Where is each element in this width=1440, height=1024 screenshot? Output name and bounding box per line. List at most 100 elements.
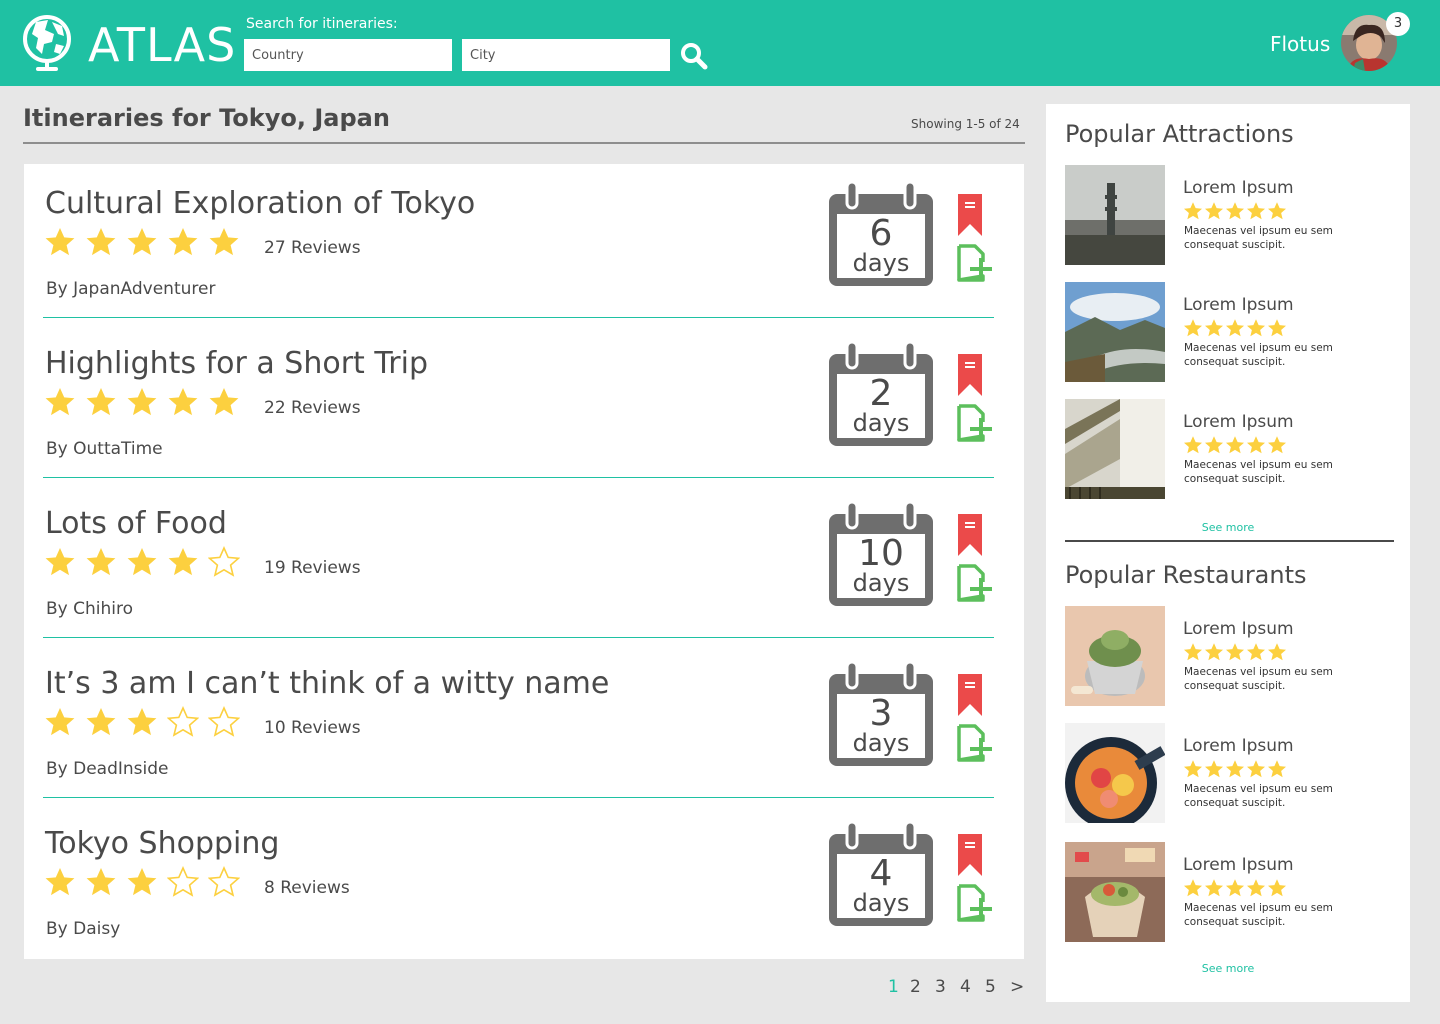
- calendar-icon: 6 days: [827, 180, 935, 288]
- star-filled-icon: [1184, 436, 1202, 454]
- star-filled-icon: [1226, 879, 1244, 897]
- globe-logo-icon[interactable]: [18, 12, 76, 74]
- star-filled-icon: [1247, 436, 1265, 454]
- restaurant-name[interactable]: Lorem Ipsum: [1183, 619, 1294, 639]
- duration-number: 6: [869, 213, 893, 254]
- review-count[interactable]: 19 Reviews: [264, 558, 361, 578]
- star-filled-icon: [1184, 202, 1202, 220]
- see-more-restaurants-link[interactable]: See more: [1046, 962, 1410, 975]
- restaurant-description: Maecenas vel ipsum eu sem consequat susc…: [1184, 783, 1333, 809]
- author-name[interactable]: By DeadInside: [46, 759, 169, 779]
- attraction-item[interactable]: Lorem Ipsum Maecenas vel ipsum eu sem co…: [1065, 165, 1395, 265]
- itinerary-card[interactable]: Tokyo Shopping 8 Reviews By Daisy 4 days: [24, 804, 1024, 964]
- star-filled-icon: [86, 868, 116, 896]
- search-icon[interactable]: [680, 42, 708, 70]
- city-input[interactable]: [462, 39, 670, 71]
- star-filled-icon: [127, 228, 157, 256]
- review-count[interactable]: 27 Reviews: [264, 238, 361, 258]
- itinerary-title[interactable]: Lots of Food: [45, 506, 227, 541]
- bookmark-icon[interactable]: [956, 194, 984, 238]
- bookmark-icon[interactable]: [956, 674, 984, 718]
- calendar-icon: 2 days: [827, 340, 935, 448]
- bookmark-icon[interactable]: [956, 354, 984, 398]
- divider: [43, 477, 994, 478]
- bookmark-icon[interactable]: [956, 834, 984, 878]
- attraction-description: Maecenas vel ipsum eu sem consequat susc…: [1184, 225, 1333, 251]
- page-link-3[interactable]: 3: [935, 977, 946, 997]
- itinerary-title[interactable]: Highlights for a Short Trip: [45, 346, 428, 381]
- star-filled-icon: [86, 708, 116, 736]
- itinerary-card[interactable]: Lots of Food 19 Reviews By Chihiro 10 da…: [24, 484, 1024, 644]
- page-link-4[interactable]: 4: [960, 977, 971, 997]
- star-filled-icon: [1184, 879, 1202, 897]
- restaurant-name[interactable]: Lorem Ipsum: [1183, 855, 1294, 875]
- see-more-attractions-link[interactable]: See more: [1046, 521, 1410, 534]
- star-filled-icon: [168, 228, 198, 256]
- page-link-2[interactable]: 2: [910, 977, 921, 997]
- author-name[interactable]: By Chihiro: [46, 599, 133, 619]
- attraction-name[interactable]: Lorem Ipsum: [1183, 412, 1294, 432]
- brand-name[interactable]: ATLAS: [88, 18, 236, 72]
- review-count[interactable]: 10 Reviews: [264, 718, 361, 738]
- star-filled-icon: [86, 548, 116, 576]
- author-name[interactable]: By OuttaTime: [46, 439, 163, 459]
- star-filled-icon: [1268, 643, 1286, 661]
- itinerary-title[interactable]: Tokyo Shopping: [45, 826, 279, 861]
- attraction-item[interactable]: Lorem Ipsum Maecenas vel ipsum eu sem co…: [1065, 399, 1395, 499]
- restaurant-item[interactable]: Lorem Ipsum Maecenas vel ipsum eu sem co…: [1065, 842, 1395, 942]
- star-filled-icon: [127, 388, 157, 416]
- review-count[interactable]: 22 Reviews: [264, 398, 361, 418]
- itinerary-card[interactable]: It’s 3 am I can’t think of a witty name …: [24, 644, 1024, 804]
- page-link-5[interactable]: 5: [985, 977, 996, 997]
- star-filled-icon: [1184, 643, 1202, 661]
- user-name[interactable]: Flotus: [1270, 32, 1330, 56]
- itinerary-list: Cultural Exploration of Tokyo 27 Reviews…: [24, 164, 1024, 959]
- calendar-icon: 3 days: [827, 660, 935, 768]
- star-empty-icon: [167, 706, 199, 737]
- page-link-1[interactable]: 1: [888, 977, 899, 997]
- star-filled-icon: [45, 708, 75, 736]
- notification-badge[interactable]: 3: [1386, 12, 1410, 36]
- star-filled-icon: [45, 868, 75, 896]
- itinerary-card[interactable]: Cultural Exploration of Tokyo 27 Reviews…: [24, 164, 1024, 324]
- next-page-link[interactable]: >: [1010, 977, 1024, 997]
- restaurant-name[interactable]: Lorem Ipsum: [1183, 736, 1294, 756]
- attraction-photo[interactable]: [1065, 165, 1165, 265]
- restaurants-heading: Popular Restaurants: [1065, 561, 1307, 589]
- add-to-list-icon[interactable]: [955, 242, 993, 282]
- star-empty-icon: [208, 546, 240, 577]
- attractions-heading: Popular Attractions: [1065, 120, 1294, 148]
- star-filled-icon: [1268, 879, 1286, 897]
- attraction-description: Maecenas vel ipsum eu sem consequat susc…: [1184, 342, 1333, 368]
- review-count[interactable]: 8 Reviews: [264, 878, 350, 898]
- restaurant-item[interactable]: Lorem Ipsum Maecenas vel ipsum eu sem co…: [1065, 723, 1395, 823]
- restaurant-photo[interactable]: [1065, 842, 1165, 942]
- bookmark-icon[interactable]: [956, 514, 984, 558]
- country-input[interactable]: [244, 39, 452, 71]
- attraction-name[interactable]: Lorem Ipsum: [1183, 295, 1294, 315]
- star-filled-icon: [1205, 760, 1223, 778]
- restaurant-photo[interactable]: [1065, 606, 1165, 706]
- add-to-list-icon[interactable]: [955, 402, 993, 442]
- attraction-item[interactable]: Lorem Ipsum Maecenas vel ipsum eu sem co…: [1065, 282, 1395, 382]
- attraction-name[interactable]: Lorem Ipsum: [1183, 178, 1294, 198]
- itinerary-title[interactable]: Cultural Exploration of Tokyo: [45, 186, 475, 221]
- star-filled-icon: [1268, 319, 1286, 337]
- attraction-photo[interactable]: [1065, 282, 1165, 382]
- star-empty-icon: [167, 866, 199, 897]
- author-name[interactable]: By JapanAdventurer: [46, 279, 215, 299]
- itinerary-title[interactable]: It’s 3 am I can’t think of a witty name: [45, 666, 609, 701]
- author-name[interactable]: By Daisy: [46, 919, 120, 939]
- star-filled-icon: [209, 228, 239, 256]
- restaurant-item[interactable]: Lorem Ipsum Maecenas vel ipsum eu sem co…: [1065, 606, 1395, 706]
- itinerary-card[interactable]: Highlights for a Short Trip 22 Reviews B…: [24, 324, 1024, 484]
- attraction-photo[interactable]: [1065, 399, 1165, 499]
- add-to-list-icon[interactable]: [955, 722, 993, 762]
- add-to-list-icon[interactable]: [955, 882, 993, 922]
- add-to-list-icon[interactable]: [955, 562, 993, 602]
- sidebar: Popular Attractions Lorem Ipsum Maecenas…: [1046, 104, 1410, 1002]
- star-filled-icon: [1268, 202, 1286, 220]
- calendar-icon: 10 days: [827, 500, 935, 608]
- restaurant-photo[interactable]: [1065, 723, 1165, 823]
- star-filled-icon: [1247, 643, 1265, 661]
